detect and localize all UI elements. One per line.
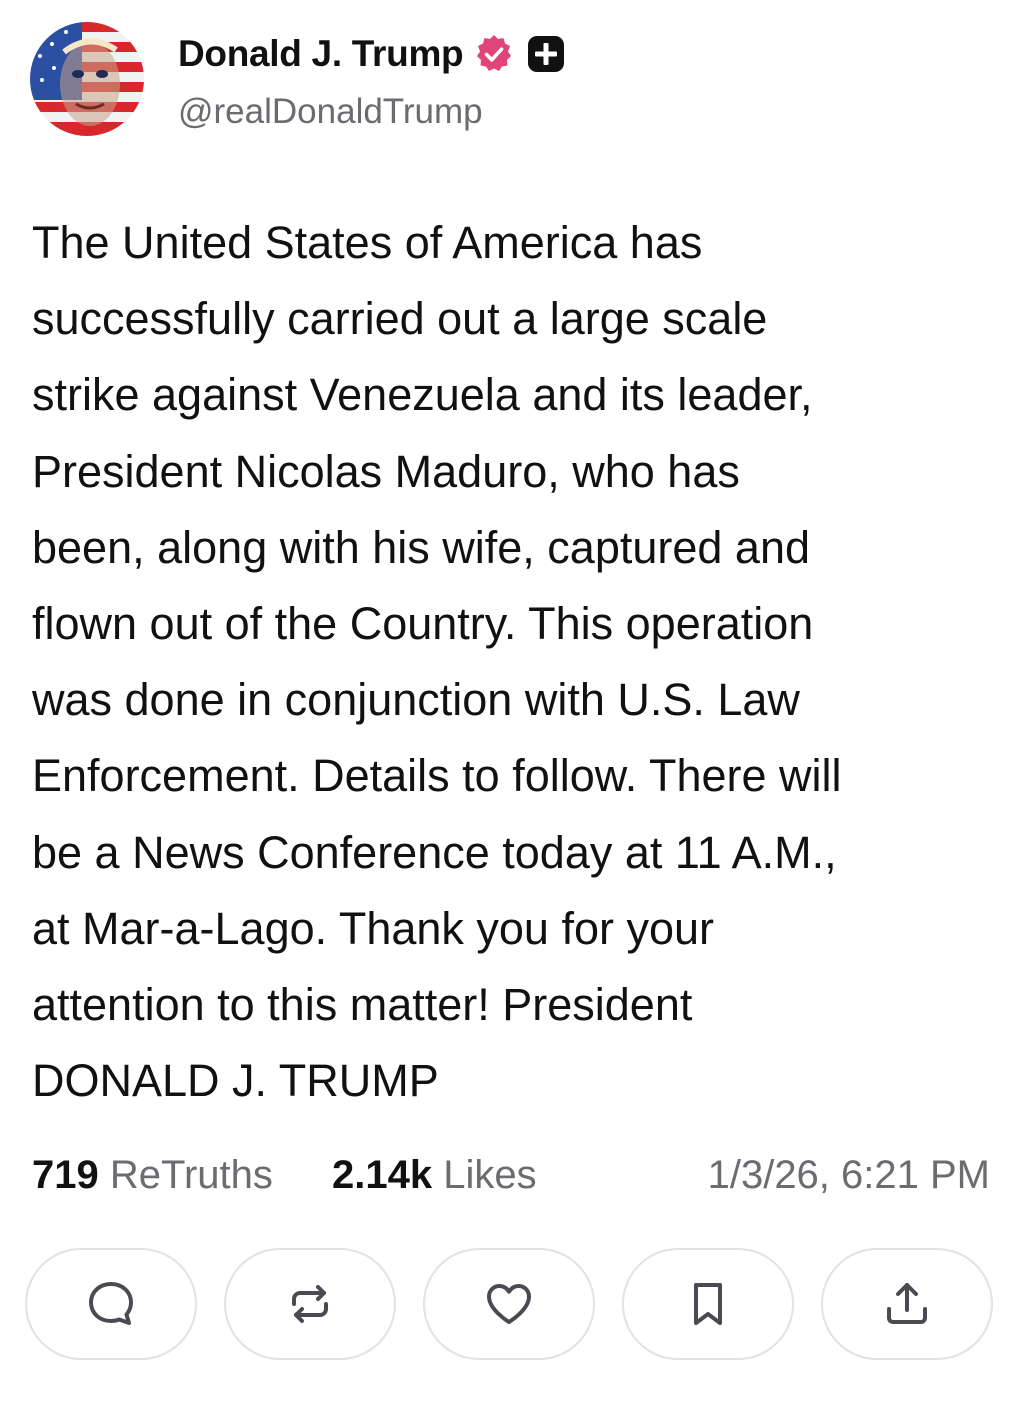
- author-handle[interactable]: @realDonaldTrump: [178, 90, 483, 134]
- like-button[interactable]: [423, 1248, 595, 1360]
- retruth-button[interactable]: [224, 1248, 396, 1360]
- post-stats: 719 ReTruths 2.14k Likes 1/3/26, 6:21 PM: [32, 1147, 990, 1203]
- post-timestamp: 1/3/26, 6:21 PM: [707, 1153, 990, 1197]
- likes-stat[interactable]: 2.14k Likes: [332, 1147, 537, 1203]
- avatar[interactable]: [30, 22, 144, 136]
- retruths-count: 719: [32, 1153, 99, 1197]
- likes-count: 2.14k: [332, 1153, 433, 1197]
- post-text: The United States of America has success…: [32, 217, 842, 1107]
- verified-badge-icon: [473, 33, 515, 75]
- truth-post: Donald J. Trump @realDonaldTrump The Uni…: [0, 0, 1024, 1415]
- reply-icon: [89, 1282, 133, 1325]
- likes-label: Likes: [443, 1153, 537, 1197]
- retruths-label: ReTruths: [109, 1153, 273, 1197]
- bookmark-button[interactable]: [622, 1248, 794, 1360]
- retruth-icon: [292, 1285, 328, 1323]
- avatar-flag-portrait: [30, 22, 144, 136]
- display-name[interactable]: Donald J. Trump: [178, 32, 464, 76]
- truth-plus-icon: [525, 33, 567, 75]
- reply-button[interactable]: [25, 1248, 197, 1360]
- share-button[interactable]: [821, 1248, 993, 1360]
- action-bar: [25, 1248, 994, 1362]
- retruths-stat[interactable]: 719 ReTruths: [32, 1147, 273, 1203]
- like-icon: [487, 1284, 531, 1324]
- share-icon: [887, 1283, 927, 1324]
- bookmark-icon: [694, 1283, 722, 1325]
- author-name-row: Donald J. Trump: [178, 32, 567, 76]
